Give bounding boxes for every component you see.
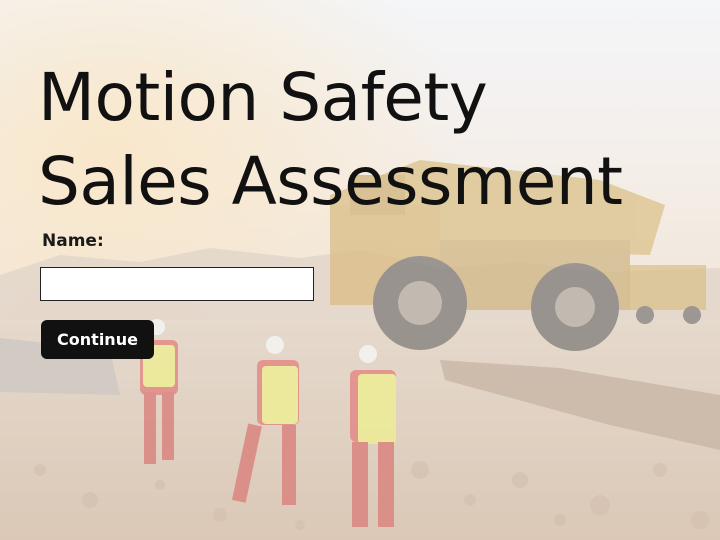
name-input[interactable] xyxy=(40,267,314,301)
page-title: Motion Safety Sales Assessment xyxy=(38,56,623,224)
page-title-line-2: Sales Assessment xyxy=(38,143,623,220)
continue-button[interactable]: Continue xyxy=(41,320,154,359)
page-title-line-1: Motion Safety xyxy=(38,59,488,136)
name-label: Name: xyxy=(42,231,104,251)
assessment-page: Motion Safety Sales Assessment Name: Con… xyxy=(0,0,720,540)
